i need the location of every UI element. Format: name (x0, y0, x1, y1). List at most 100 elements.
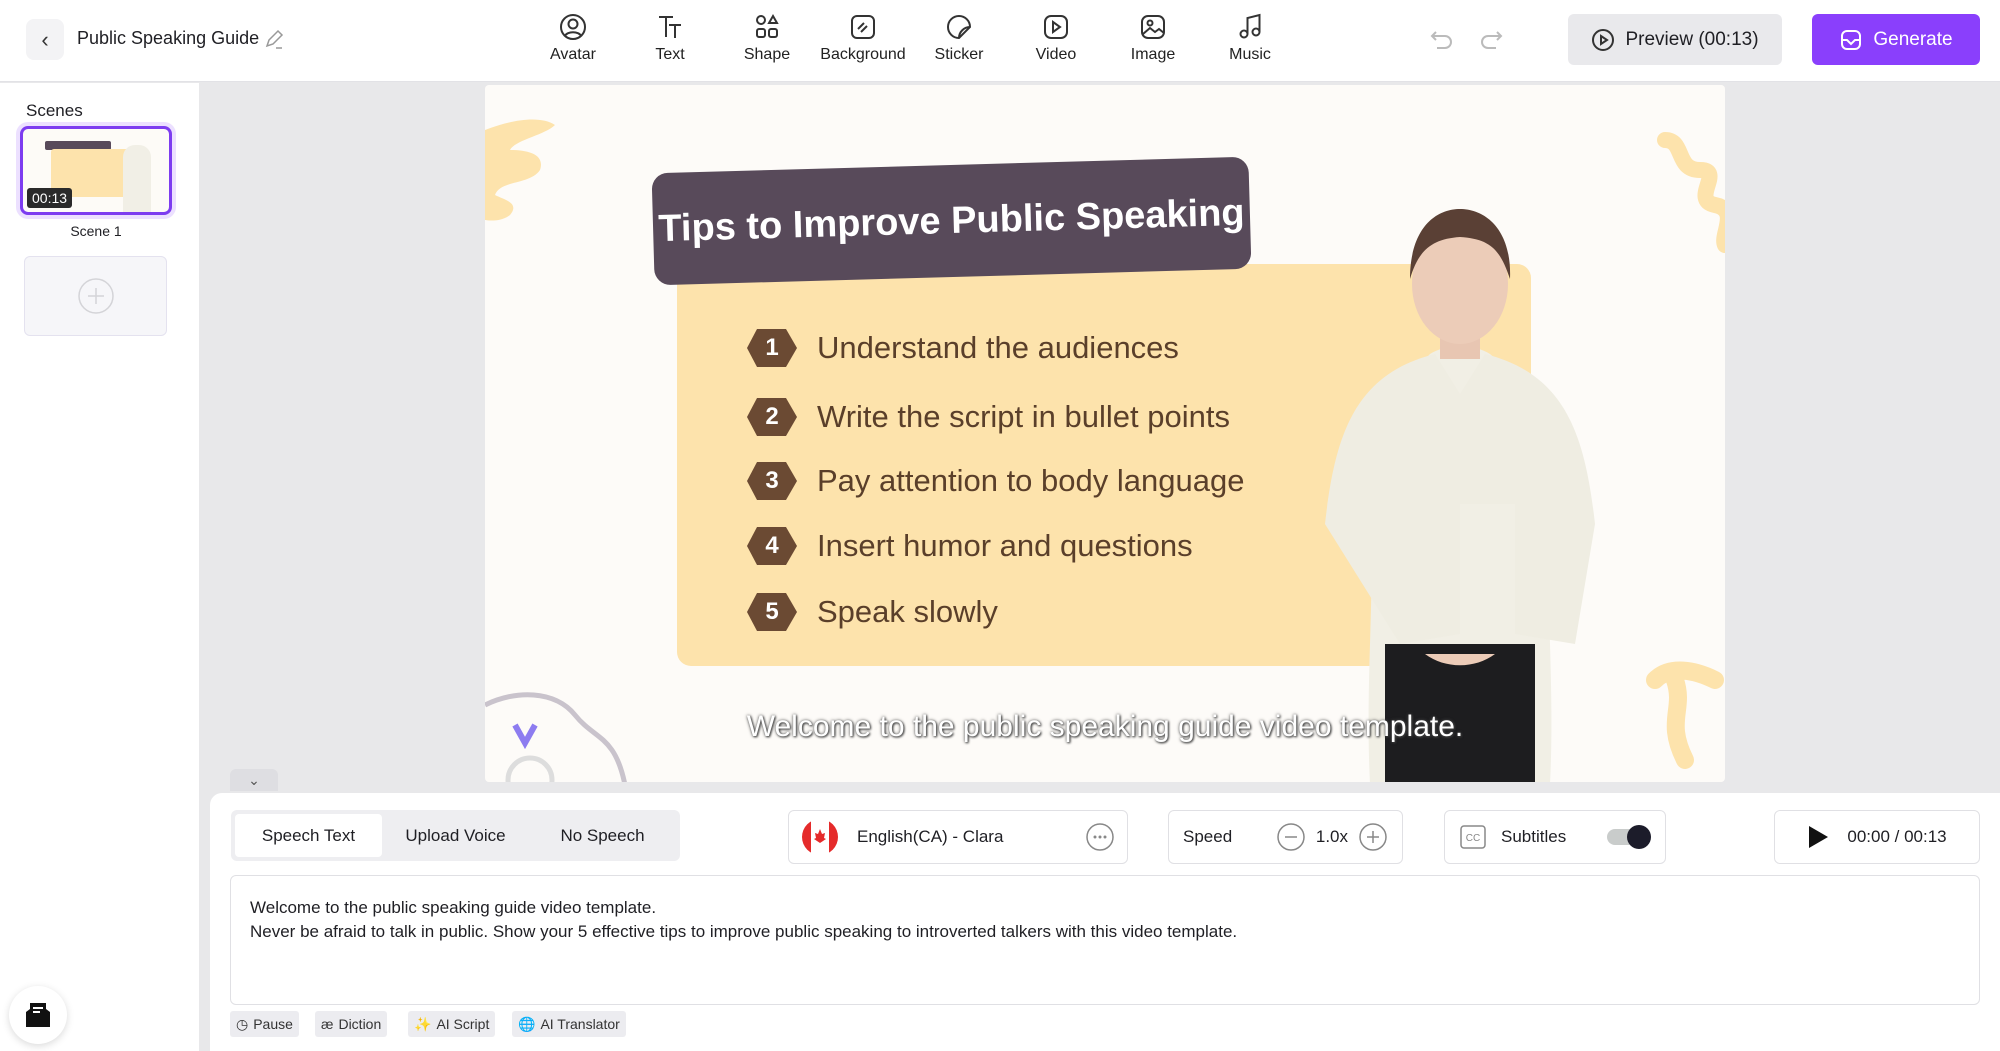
scene-duration: 00:13 (27, 188, 73, 208)
avatar-icon (560, 14, 586, 40)
tip-number-badge: 2 (747, 398, 797, 436)
collapse-panel-button[interactable]: ⌄ (230, 769, 278, 791)
back-button[interactable]: ‹ (26, 19, 64, 60)
translate-icon: 🌐 (518, 1015, 536, 1032)
generate-icon (1841, 29, 1862, 50)
magic-wand-icon: ✨ (414, 1015, 432, 1032)
tool-label: Background (820, 46, 906, 63)
preview-label: Preview (00:13) (1625, 28, 1759, 50)
plus-circle-icon (77, 278, 114, 314)
tip-text: Speak slowly (817, 594, 998, 629)
tool-label: Video (1035, 46, 1077, 63)
tool-avatar[interactable]: Avatar (525, 12, 621, 64)
pencil-icon[interactable] (262, 27, 286, 51)
script-textarea[interactable]: Welcome to the public speaking guide vid… (230, 875, 1980, 1005)
tab-no-speech[interactable]: No Speech (529, 814, 676, 857)
tool-image[interactable]: Image (1105, 12, 1201, 64)
decor-squiggle-icon (1657, 132, 1725, 253)
scene-thumbnail[interactable]: 00:13 (20, 126, 172, 215)
script-line: Welcome to the public speaking guide vid… (250, 898, 657, 917)
subtitles-toggle[interactable] (1607, 825, 1651, 849)
undo-icon[interactable] (1428, 26, 1456, 54)
add-scene-button[interactable] (24, 256, 167, 336)
tip-text: Write the script in bullet points (817, 399, 1230, 434)
diction-button[interactable]: æ Diction (315, 1011, 388, 1037)
tool-label: Text (655, 46, 685, 63)
pause-label: Pause (253, 1016, 293, 1032)
slide-heading[interactable]: Tips to Improve Public Speaking (651, 156, 1252, 286)
speech-mode-tabs: Speech Text Upload Voice No Speech (231, 810, 680, 861)
tip-number-badge: 1 (747, 329, 797, 367)
tool-label: Shape (743, 46, 791, 63)
tool-text[interactable]: Text (622, 12, 718, 64)
pause-button[interactable]: ◷ Pause (230, 1011, 299, 1037)
diction-icon: æ (321, 1016, 334, 1032)
subtitles-label: Subtitles (1501, 827, 1567, 846)
preview-button[interactable]: Preview (00:13) (1568, 14, 1782, 65)
redo-icon[interactable] (1477, 26, 1505, 54)
feedback-button[interactable] (9, 986, 67, 1044)
voice-selector[interactable]: English(CA) - Clara (788, 810, 1128, 864)
generate-button[interactable]: Generate (1812, 14, 1980, 65)
tool-music[interactable]: Music (1202, 12, 1298, 64)
mail-icon (26, 1003, 50, 1027)
play-icon[interactable] (1807, 825, 1829, 849)
voice-name: English(CA) - Clara (857, 827, 1004, 846)
tab-upload-voice[interactable]: Upload Voice (382, 814, 529, 857)
svg-text:CC: CC (1466, 833, 1480, 844)
subtitle-caption: Welcome to the public speaking guide vid… (746, 710, 1464, 743)
tab-speech-text[interactable]: Speech Text (235, 814, 382, 857)
playback-control[interactable]: 00:00 / 00:13 (1774, 810, 1980, 864)
tool-video[interactable]: Video (1008, 12, 1104, 64)
sticker-icon (947, 15, 972, 40)
tip-item[interactable]: 4 Insert humor and questions (747, 524, 1193, 568)
video-canvas[interactable]: Tips to Improve Public Speaking 1 Underst… (485, 85, 1725, 782)
video-icon (1044, 15, 1068, 39)
tip-item[interactable]: 1 Understand the audiences (747, 326, 1179, 370)
diction-label: Diction (338, 1016, 382, 1032)
tool-background[interactable]: Background (815, 12, 911, 64)
project-title[interactable]: Public Speaking Guide (77, 28, 259, 49)
tool-label: Music (1229, 46, 1271, 63)
tool-label: Sticker (934, 46, 984, 63)
thumb-avatar (123, 145, 151, 212)
ai-translator-button[interactable]: 🌐 AI Translator (512, 1011, 626, 1037)
scene-label: Scene 1 (70, 223, 122, 239)
tip-number-badge: 3 (747, 462, 797, 500)
music-icon (1239, 13, 1261, 39)
speed-control: Speed 1.0x (1168, 810, 1403, 864)
minus-circle-icon[interactable] (1276, 822, 1306, 852)
chevron-left-icon: ‹ (41, 26, 49, 52)
tool-label: Image (1130, 46, 1176, 63)
generate-label: Generate (1873, 28, 1953, 50)
presenter-avatar[interactable] (1275, 204, 1645, 782)
speech-panel: Speech Text Upload Voice No Speech Engli… (210, 793, 2000, 1051)
tip-item[interactable]: 2 Write the script in bullet points (747, 395, 1230, 439)
script-line: Never be afraid to talk in public. Show … (250, 922, 1238, 941)
tool-shape[interactable]: Shape (719, 12, 815, 64)
ai-script-button[interactable]: ✨ AI Script (408, 1011, 496, 1037)
subtitles-control: CC Subtitles (1444, 810, 1666, 864)
shape-icon (756, 13, 779, 38)
ai-translator-label: AI Translator (540, 1016, 620, 1032)
tip-number-badge: 5 (747, 593, 797, 631)
plus-circle-icon[interactable] (1358, 822, 1388, 852)
closed-captions-icon: CC (1460, 825, 1486, 849)
tip-item[interactable]: 5 Speak slowly (747, 590, 998, 634)
chevron-down-icon: ⌄ (248, 771, 260, 788)
tip-text: Pay attention to body language (817, 463, 1245, 498)
text-icon (659, 16, 681, 38)
speed-label: Speed (1183, 827, 1233, 846)
scenes-heading: Scenes (26, 101, 83, 120)
tip-number-badge: 4 (747, 527, 797, 565)
playback-time: 00:00 / 00:13 (1847, 827, 1947, 846)
tip-item[interactable]: 3 Pay attention to body language (747, 459, 1244, 503)
tool-sticker[interactable]: Sticker (911, 12, 1007, 64)
tool-label: Avatar (550, 46, 596, 63)
tip-text: Insert humor and questions (817, 528, 1193, 563)
background-icon (851, 15, 875, 39)
top-toolbar: ‹ Public Speaking Guide Avatar Text Shap… (0, 0, 2000, 82)
clock-icon: ◷ (236, 1015, 249, 1032)
image-icon (1141, 15, 1165, 39)
more-options-icon[interactable] (1085, 822, 1115, 852)
